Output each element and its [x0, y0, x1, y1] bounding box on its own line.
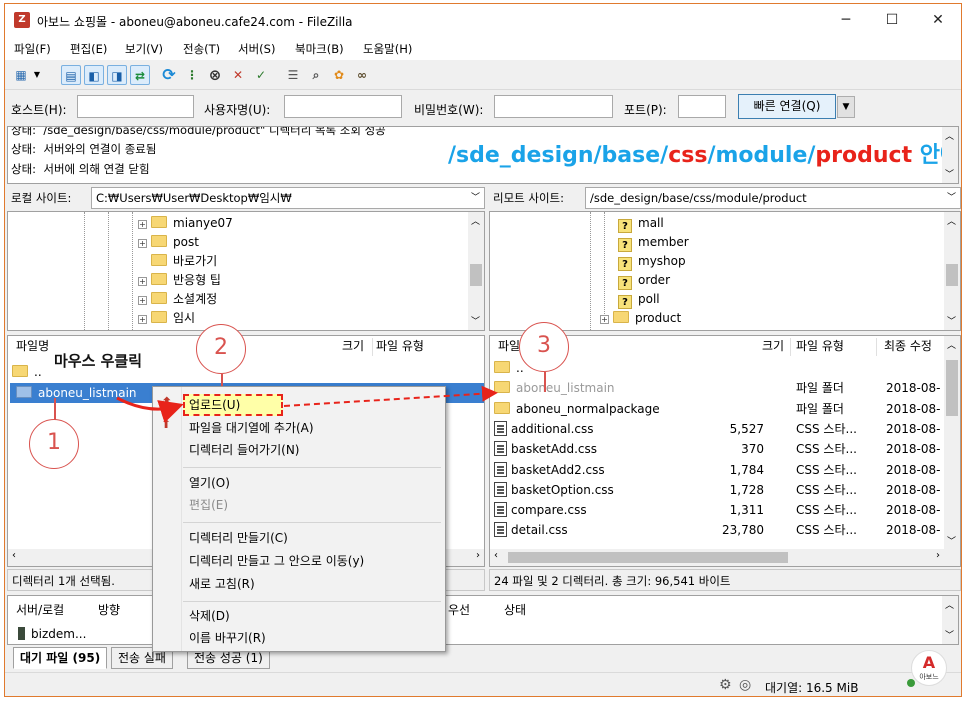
right-click-arrow: [116, 396, 184, 423]
annotation-arrows: [116, 385, 498, 423]
upload-target-arrow: [283, 385, 498, 407]
